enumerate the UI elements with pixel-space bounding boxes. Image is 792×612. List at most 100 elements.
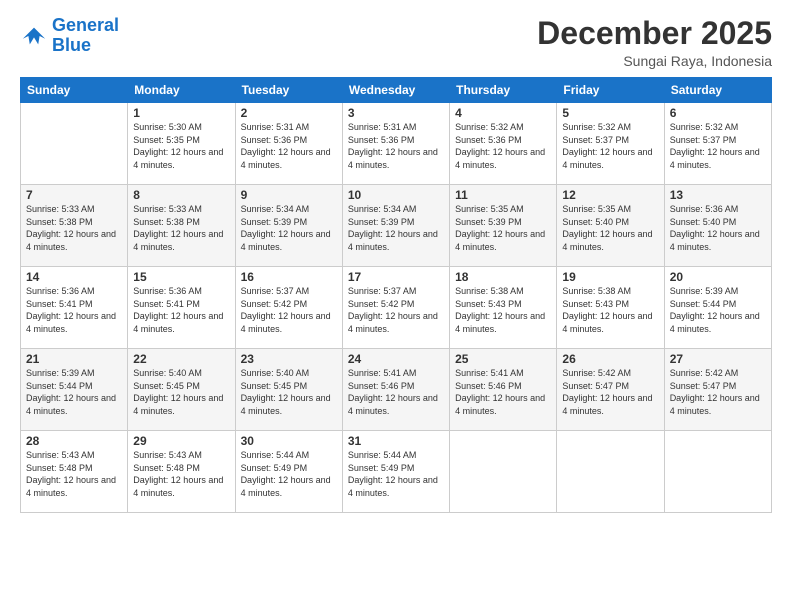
month-title: December 2025 bbox=[537, 16, 772, 51]
table-row: 15Sunrise: 5:36 AMSunset: 5:41 PMDayligh… bbox=[128, 267, 235, 349]
calendar-week-row: 21Sunrise: 5:39 AMSunset: 5:44 PMDayligh… bbox=[21, 349, 772, 431]
table-row: 3Sunrise: 5:31 AMSunset: 5:36 PMDaylight… bbox=[342, 103, 449, 185]
logo-bird-icon bbox=[20, 22, 48, 50]
day-number: 28 bbox=[26, 434, 122, 448]
table-row: 31Sunrise: 5:44 AMSunset: 5:49 PMDayligh… bbox=[342, 431, 449, 513]
col-friday: Friday bbox=[557, 78, 664, 103]
table-row: 19Sunrise: 5:38 AMSunset: 5:43 PMDayligh… bbox=[557, 267, 664, 349]
day-number: 20 bbox=[670, 270, 766, 284]
day-number: 15 bbox=[133, 270, 229, 284]
day-number: 7 bbox=[26, 188, 122, 202]
title-block: December 2025 Sungai Raya, Indonesia bbox=[537, 16, 772, 69]
table-row: 30Sunrise: 5:44 AMSunset: 5:49 PMDayligh… bbox=[235, 431, 342, 513]
table-row: 20Sunrise: 5:39 AMSunset: 5:44 PMDayligh… bbox=[664, 267, 771, 349]
day-number: 23 bbox=[241, 352, 337, 366]
day-number: 18 bbox=[455, 270, 551, 284]
day-info: Sunrise: 5:41 AMSunset: 5:46 PMDaylight:… bbox=[455, 367, 551, 417]
day-number: 9 bbox=[241, 188, 337, 202]
day-number: 26 bbox=[562, 352, 658, 366]
table-row: 21Sunrise: 5:39 AMSunset: 5:44 PMDayligh… bbox=[21, 349, 128, 431]
calendar-week-row: 28Sunrise: 5:43 AMSunset: 5:48 PMDayligh… bbox=[21, 431, 772, 513]
day-info: Sunrise: 5:31 AMSunset: 5:36 PMDaylight:… bbox=[348, 121, 444, 171]
day-number: 21 bbox=[26, 352, 122, 366]
day-info: Sunrise: 5:44 AMSunset: 5:49 PMDaylight:… bbox=[348, 449, 444, 499]
day-info: Sunrise: 5:34 AMSunset: 5:39 PMDaylight:… bbox=[241, 203, 337, 253]
day-info: Sunrise: 5:36 AMSunset: 5:41 PMDaylight:… bbox=[133, 285, 229, 335]
day-info: Sunrise: 5:31 AMSunset: 5:36 PMDaylight:… bbox=[241, 121, 337, 171]
day-info: Sunrise: 5:32 AMSunset: 5:36 PMDaylight:… bbox=[455, 121, 551, 171]
table-row: 14Sunrise: 5:36 AMSunset: 5:41 PMDayligh… bbox=[21, 267, 128, 349]
day-info: Sunrise: 5:35 AMSunset: 5:39 PMDaylight:… bbox=[455, 203, 551, 253]
calendar-week-row: 14Sunrise: 5:36 AMSunset: 5:41 PMDayligh… bbox=[21, 267, 772, 349]
table-row: 18Sunrise: 5:38 AMSunset: 5:43 PMDayligh… bbox=[450, 267, 557, 349]
table-row: 23Sunrise: 5:40 AMSunset: 5:45 PMDayligh… bbox=[235, 349, 342, 431]
calendar-header-row: Sunday Monday Tuesday Wednesday Thursday… bbox=[21, 78, 772, 103]
day-number: 5 bbox=[562, 106, 658, 120]
day-number: 3 bbox=[348, 106, 444, 120]
day-info: Sunrise: 5:30 AMSunset: 5:35 PMDaylight:… bbox=[133, 121, 229, 171]
day-info: Sunrise: 5:36 AMSunset: 5:41 PMDaylight:… bbox=[26, 285, 122, 335]
day-number: 4 bbox=[455, 106, 551, 120]
day-number: 10 bbox=[348, 188, 444, 202]
logo-text: General Blue bbox=[52, 16, 119, 56]
table-row: 25Sunrise: 5:41 AMSunset: 5:46 PMDayligh… bbox=[450, 349, 557, 431]
calendar-table: Sunday Monday Tuesday Wednesday Thursday… bbox=[20, 77, 772, 513]
table-row: 6Sunrise: 5:32 AMSunset: 5:37 PMDaylight… bbox=[664, 103, 771, 185]
col-thursday: Thursday bbox=[450, 78, 557, 103]
day-number: 6 bbox=[670, 106, 766, 120]
calendar-week-row: 7Sunrise: 5:33 AMSunset: 5:38 PMDaylight… bbox=[21, 185, 772, 267]
col-wednesday: Wednesday bbox=[342, 78, 449, 103]
day-number: 2 bbox=[241, 106, 337, 120]
day-number: 16 bbox=[241, 270, 337, 284]
table-row: 27Sunrise: 5:42 AMSunset: 5:47 PMDayligh… bbox=[664, 349, 771, 431]
day-number: 1 bbox=[133, 106, 229, 120]
day-info: Sunrise: 5:43 AMSunset: 5:48 PMDaylight:… bbox=[26, 449, 122, 499]
location: Sungai Raya, Indonesia bbox=[537, 53, 772, 69]
page: General Blue December 2025 Sungai Raya, … bbox=[0, 0, 792, 612]
table-row: 22Sunrise: 5:40 AMSunset: 5:45 PMDayligh… bbox=[128, 349, 235, 431]
day-info: Sunrise: 5:39 AMSunset: 5:44 PMDaylight:… bbox=[26, 367, 122, 417]
day-info: Sunrise: 5:38 AMSunset: 5:43 PMDaylight:… bbox=[562, 285, 658, 335]
day-info: Sunrise: 5:35 AMSunset: 5:40 PMDaylight:… bbox=[562, 203, 658, 253]
day-number: 22 bbox=[133, 352, 229, 366]
day-number: 14 bbox=[26, 270, 122, 284]
table-row: 29Sunrise: 5:43 AMSunset: 5:48 PMDayligh… bbox=[128, 431, 235, 513]
day-info: Sunrise: 5:43 AMSunset: 5:48 PMDaylight:… bbox=[133, 449, 229, 499]
table-row: 13Sunrise: 5:36 AMSunset: 5:40 PMDayligh… bbox=[664, 185, 771, 267]
day-number: 30 bbox=[241, 434, 337, 448]
day-info: Sunrise: 5:36 AMSunset: 5:40 PMDaylight:… bbox=[670, 203, 766, 253]
table-row bbox=[664, 431, 771, 513]
day-number: 25 bbox=[455, 352, 551, 366]
day-info: Sunrise: 5:41 AMSunset: 5:46 PMDaylight:… bbox=[348, 367, 444, 417]
day-info: Sunrise: 5:42 AMSunset: 5:47 PMDaylight:… bbox=[670, 367, 766, 417]
day-number: 13 bbox=[670, 188, 766, 202]
day-number: 11 bbox=[455, 188, 551, 202]
table-row: 16Sunrise: 5:37 AMSunset: 5:42 PMDayligh… bbox=[235, 267, 342, 349]
day-info: Sunrise: 5:33 AMSunset: 5:38 PMDaylight:… bbox=[26, 203, 122, 253]
table-row: 2Sunrise: 5:31 AMSunset: 5:36 PMDaylight… bbox=[235, 103, 342, 185]
col-sunday: Sunday bbox=[21, 78, 128, 103]
day-number: 24 bbox=[348, 352, 444, 366]
table-row: 1Sunrise: 5:30 AMSunset: 5:35 PMDaylight… bbox=[128, 103, 235, 185]
calendar-week-row: 1Sunrise: 5:30 AMSunset: 5:35 PMDaylight… bbox=[21, 103, 772, 185]
table-row: 7Sunrise: 5:33 AMSunset: 5:38 PMDaylight… bbox=[21, 185, 128, 267]
table-row: 12Sunrise: 5:35 AMSunset: 5:40 PMDayligh… bbox=[557, 185, 664, 267]
day-number: 17 bbox=[348, 270, 444, 284]
table-row bbox=[557, 431, 664, 513]
table-row bbox=[450, 431, 557, 513]
table-row: 8Sunrise: 5:33 AMSunset: 5:38 PMDaylight… bbox=[128, 185, 235, 267]
day-number: 12 bbox=[562, 188, 658, 202]
table-row: 9Sunrise: 5:34 AMSunset: 5:39 PMDaylight… bbox=[235, 185, 342, 267]
header: General Blue December 2025 Sungai Raya, … bbox=[20, 16, 772, 69]
logo-line1: General bbox=[52, 15, 119, 35]
table-row: 17Sunrise: 5:37 AMSunset: 5:42 PMDayligh… bbox=[342, 267, 449, 349]
day-number: 27 bbox=[670, 352, 766, 366]
day-info: Sunrise: 5:32 AMSunset: 5:37 PMDaylight:… bbox=[562, 121, 658, 171]
table-row: 10Sunrise: 5:34 AMSunset: 5:39 PMDayligh… bbox=[342, 185, 449, 267]
day-number: 19 bbox=[562, 270, 658, 284]
day-info: Sunrise: 5:42 AMSunset: 5:47 PMDaylight:… bbox=[562, 367, 658, 417]
day-info: Sunrise: 5:32 AMSunset: 5:37 PMDaylight:… bbox=[670, 121, 766, 171]
day-number: 31 bbox=[348, 434, 444, 448]
col-monday: Monday bbox=[128, 78, 235, 103]
table-row: 26Sunrise: 5:42 AMSunset: 5:47 PMDayligh… bbox=[557, 349, 664, 431]
